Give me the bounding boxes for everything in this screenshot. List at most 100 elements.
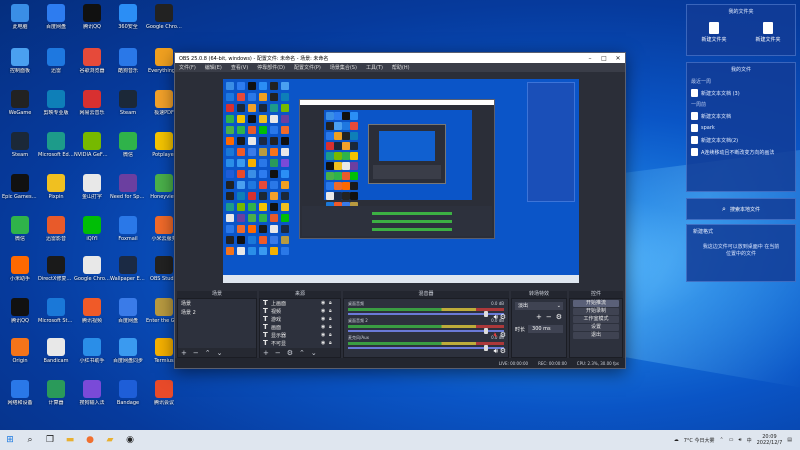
desktop-shortcut[interactable]: 百度网盘 bbox=[38, 4, 74, 30]
desktop-shortcut[interactable]: Epic Games Launcher bbox=[2, 174, 38, 200]
file-item[interactable]: 新建文本文档 bbox=[687, 110, 795, 122]
menu-help[interactable]: 帮助(H) bbox=[392, 64, 410, 71]
obs-window[interactable]: OBS 25.0.8 (64-bit, windows) - 配置文件: 未命名… bbox=[174, 52, 626, 369]
desktop-shortcut[interactable]: Foxmail bbox=[110, 216, 146, 242]
add-icon[interactable]: + bbox=[536, 313, 542, 321]
scene-item[interactable]: 场景 2 bbox=[178, 308, 256, 317]
desktop-shortcut[interactable]: 腾讯会议 bbox=[146, 380, 182, 406]
desktop-shortcut[interactable]: Steam bbox=[110, 90, 146, 116]
settings-button[interactable]: 设置 bbox=[573, 324, 619, 331]
gear-icon[interactable]: ⚙ bbox=[287, 349, 293, 357]
up-arrow-icon[interactable]: ⌃ bbox=[299, 349, 305, 357]
desktop-shortcut[interactable]: Bandage bbox=[110, 380, 146, 406]
eye-icon[interactable]: ◉ bbox=[321, 316, 329, 322]
maximize-icon[interactable]: □ bbox=[597, 55, 611, 62]
speaker-icon[interactable]: 🔊︎ bbox=[494, 347, 498, 356]
desktop-shortcut[interactable]: 微信 bbox=[2, 216, 38, 242]
source-item[interactable]: T 显示器 ◉ 🔒︎ bbox=[260, 331, 340, 339]
eye-icon[interactable]: ◉ bbox=[321, 324, 329, 330]
remove-icon[interactable]: − bbox=[275, 349, 281, 357]
desktop-shortcut[interactable]: 微信 bbox=[110, 132, 146, 158]
desktop-shortcut[interactable]: 腾讯QQ bbox=[74, 4, 110, 30]
start-streaming-button[interactable]: 开始推流 bbox=[573, 300, 619, 307]
lock-icon[interactable]: 🔒︎ bbox=[329, 316, 337, 322]
slider-handle[interactable] bbox=[484, 311, 488, 317]
speaker-icon[interactable]: 🔊︎ bbox=[494, 313, 498, 322]
source-item[interactable]: T 游戏 ◉ 🔒︎ bbox=[260, 315, 340, 323]
eye-icon[interactable]: ◉ bbox=[321, 308, 329, 314]
source-item[interactable]: T 上画面 ◉ 🔒︎ bbox=[260, 299, 340, 307]
slider-handle[interactable] bbox=[484, 328, 488, 334]
lock-icon[interactable]: 🔒︎ bbox=[329, 300, 337, 306]
down-arrow-icon[interactable]: ⌄ bbox=[217, 349, 223, 357]
desktop-shortcut[interactable]: 计算器 bbox=[38, 380, 74, 406]
weather-text[interactable]: 7°C 今日大雾 bbox=[684, 437, 715, 444]
source-item[interactable]: T 画面 ◉ 🔒︎ bbox=[260, 323, 340, 331]
menu-tools[interactable]: 工具(T) bbox=[366, 64, 383, 71]
ime-icon[interactable]: 中 bbox=[747, 437, 752, 444]
source-item[interactable]: T 视频 ◉ 🔒︎ bbox=[260, 307, 340, 315]
chevron-up-icon[interactable]: ⌃ bbox=[720, 437, 724, 443]
file-explorer-icon[interactable]: ▬ bbox=[62, 433, 78, 447]
file-item[interactable]: 新建文本文档 (3) bbox=[687, 87, 795, 99]
desktop-shortcut[interactable]: Google Chrome bbox=[74, 256, 110, 282]
menu-profile[interactable]: 配置文件(P) bbox=[294, 64, 321, 71]
menu-file[interactable]: 文件(F) bbox=[179, 64, 196, 71]
speaker-icon[interactable]: 🔇︎ bbox=[494, 331, 498, 340]
folder-item[interactable]: 新建文件夹 bbox=[694, 22, 734, 43]
eye-icon[interactable]: ◉ bbox=[321, 340, 329, 346]
desktop-shortcut[interactable]: 搜狗输入法 bbox=[74, 380, 110, 406]
clock[interactable]: 20:09 2022/12/7 bbox=[757, 434, 783, 446]
source-item[interactable]: T 不可显 ◉ 🔒︎ bbox=[260, 339, 340, 347]
lock-icon[interactable]: 🔒︎ bbox=[329, 340, 337, 346]
add-icon[interactable]: + bbox=[181, 349, 187, 357]
obs-icon[interactable]: ◉ bbox=[122, 433, 138, 447]
desktop-shortcut[interactable]: Microsoft Store bbox=[38, 298, 74, 324]
menu-docks[interactable]: 停靠部件(D) bbox=[257, 64, 285, 71]
add-icon[interactable]: + bbox=[263, 349, 269, 357]
exit-button[interactable]: 退出 bbox=[573, 332, 619, 339]
desktop-shortcut[interactable]: Origin bbox=[2, 338, 38, 364]
task-view-icon[interactable]: ❐ bbox=[42, 433, 58, 447]
desktop-shortcut[interactable]: 迅雷影音 bbox=[38, 216, 74, 242]
duration-input[interactable]: 300 ms bbox=[528, 325, 563, 333]
lock-icon[interactable]: 🔒︎ bbox=[329, 308, 337, 314]
menu-scene-collection[interactable]: 场景集合(S) bbox=[330, 64, 357, 71]
up-arrow-icon[interactable]: ⌃ bbox=[205, 349, 211, 357]
desktop-shortcut[interactable]: DirectX修复工具 bbox=[38, 256, 74, 282]
studio-mode-button[interactable]: 工作室模式 bbox=[573, 316, 619, 323]
eye-icon[interactable]: ◉ bbox=[321, 332, 329, 338]
file-item[interactable]: spark bbox=[687, 122, 795, 134]
slider-handle[interactable] bbox=[484, 345, 488, 351]
search-panel[interactable]: ⌕ 搜索本地文件 bbox=[686, 198, 796, 220]
search-icon[interactable]: ⌕ bbox=[22, 433, 38, 447]
menu-edit[interactable]: 编辑(E) bbox=[205, 64, 222, 71]
desktop-shortcut[interactable]: iQIYI bbox=[74, 216, 110, 242]
start-recording-button[interactable]: 开始录制 bbox=[573, 308, 619, 315]
desktop-shortcut[interactable]: 腾讯视频 bbox=[74, 298, 110, 324]
down-arrow-icon[interactable]: ⌄ bbox=[311, 349, 317, 357]
menu-view[interactable]: 查看(V) bbox=[231, 64, 248, 71]
lock-icon[interactable]: 🔒︎ bbox=[329, 324, 337, 330]
volume-slider[interactable] bbox=[348, 328, 504, 334]
desktop-shortcut[interactable]: 控制面板 bbox=[2, 48, 38, 74]
desktop-shortcut[interactable]: Wallpaper Engine bbox=[110, 256, 146, 282]
close-icon[interactable]: ✕ bbox=[611, 55, 625, 62]
transition-select[interactable]: 淡出 ⌄ bbox=[515, 302, 563, 310]
scene-item[interactable]: 场景 bbox=[178, 299, 256, 308]
volume-slider[interactable] bbox=[348, 311, 504, 317]
folder-icon[interactable]: ▰ bbox=[102, 433, 118, 447]
desktop-shortcut[interactable]: Need for Speed bbox=[110, 174, 146, 200]
file-item[interactable]: 新建文本文档(2) bbox=[687, 134, 795, 146]
desktop-shortcut[interactable]: WeGame bbox=[2, 90, 38, 116]
desktop-shortcut[interactable]: 小米助手 bbox=[2, 256, 38, 282]
desktop-shortcut[interactable]: 酷狗音乐 bbox=[110, 48, 146, 74]
desktop-shortcut[interactable]: 谷歌浏览器 bbox=[74, 48, 110, 74]
file-item[interactable]: A连续移动且不断改变方向的画法 bbox=[687, 146, 795, 158]
desktop-shortcut[interactable]: Google Chrome bbox=[146, 4, 182, 30]
desktop-shortcut[interactable]: Bandicam bbox=[38, 338, 74, 364]
desktop-shortcut[interactable]: NVIDIA GeForce bbox=[74, 132, 110, 158]
desktop-shortcut[interactable]: 小红书助手 bbox=[74, 338, 110, 364]
remove-icon[interactable]: − bbox=[193, 349, 199, 357]
volume-icon[interactable]: 🔊︎ bbox=[738, 437, 741, 443]
